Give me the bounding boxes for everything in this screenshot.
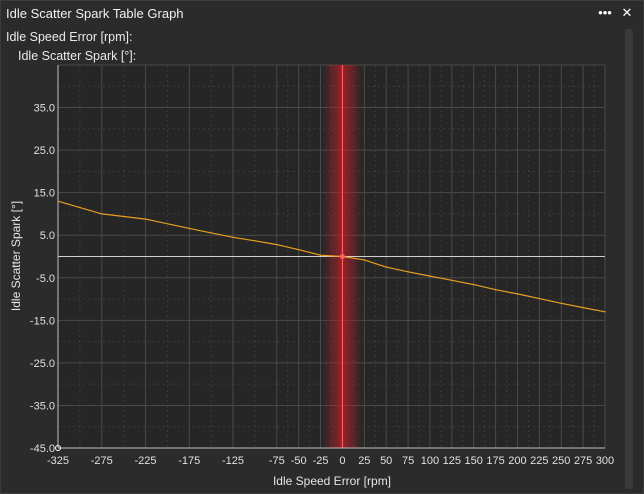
graph-window: Idle Scatter Spark Table Graph ••• ✕ Idl… xyxy=(0,0,644,494)
x-tick-label: 200 xyxy=(508,455,526,467)
data-point xyxy=(363,259,365,261)
x-tick-label: -275 xyxy=(91,455,113,467)
data-point xyxy=(232,236,234,238)
x-tick-label: -325 xyxy=(47,455,69,467)
x-tick-label: 175 xyxy=(486,455,504,467)
x-tick-label: 275 xyxy=(574,455,592,467)
data-point xyxy=(407,271,409,273)
x-tick-label: 300 xyxy=(596,455,614,467)
y-tick-label: -15.0 xyxy=(30,315,55,327)
data-point xyxy=(276,243,278,246)
data-point xyxy=(298,249,300,251)
x-tick-label: -125 xyxy=(222,455,244,467)
x-tick-label: 225 xyxy=(530,455,548,467)
data-point xyxy=(319,254,322,256)
x-tick-label: 125 xyxy=(443,455,461,467)
y-tick-label: -25.0 xyxy=(30,358,55,370)
x-tick-label: -225 xyxy=(135,455,157,467)
data-point xyxy=(188,227,190,230)
x-tick-label: -25 xyxy=(313,455,329,467)
x-tick-label: -50 xyxy=(291,455,307,467)
y-tick-label: -5.0 xyxy=(36,273,55,285)
data-point xyxy=(582,306,584,309)
x-tick-label: 50 xyxy=(380,455,392,467)
x-tick-label: 150 xyxy=(465,455,483,467)
line-chart[interactable]: -325 -275 -225 -175 -125 -75 -50 -25 0 25 50 75 100 1… xyxy=(1,1,643,493)
data-point xyxy=(451,279,453,281)
y-tick-label: 35.0 xyxy=(34,103,55,115)
y-tick-label: -45.0 xyxy=(30,443,55,455)
x-tick-label: 0 xyxy=(339,455,345,467)
data-point xyxy=(604,311,606,313)
data-point xyxy=(254,240,256,242)
data-point xyxy=(385,266,387,268)
x-axis-label: Idle Speed Error [rpm] xyxy=(273,474,391,488)
y-tick-label: 25.0 xyxy=(34,145,55,157)
cursor-marker xyxy=(339,254,345,259)
y-tick-label: -35.0 xyxy=(30,400,55,412)
y-axis-label: Idle Scatter Spark [°] xyxy=(9,201,23,311)
x-tick-label: 100 xyxy=(421,455,439,467)
data-point xyxy=(429,275,431,277)
data-point xyxy=(101,213,103,215)
x-tick-label: 75 xyxy=(402,455,414,467)
data-point xyxy=(473,283,475,286)
x-tick-label: 25 xyxy=(358,455,370,467)
data-point xyxy=(144,218,147,220)
x-tick-label: 250 xyxy=(552,455,570,467)
data-point xyxy=(495,289,497,291)
data-point xyxy=(516,293,519,295)
x-tick-label: -175 xyxy=(178,455,200,467)
data-point xyxy=(538,298,540,300)
x-tick-label: -75 xyxy=(269,455,285,467)
data-point xyxy=(57,200,59,202)
data-point xyxy=(560,302,562,304)
y-tick-label: 5.0 xyxy=(40,230,55,242)
y-tick-label: 15.0 xyxy=(34,188,55,200)
